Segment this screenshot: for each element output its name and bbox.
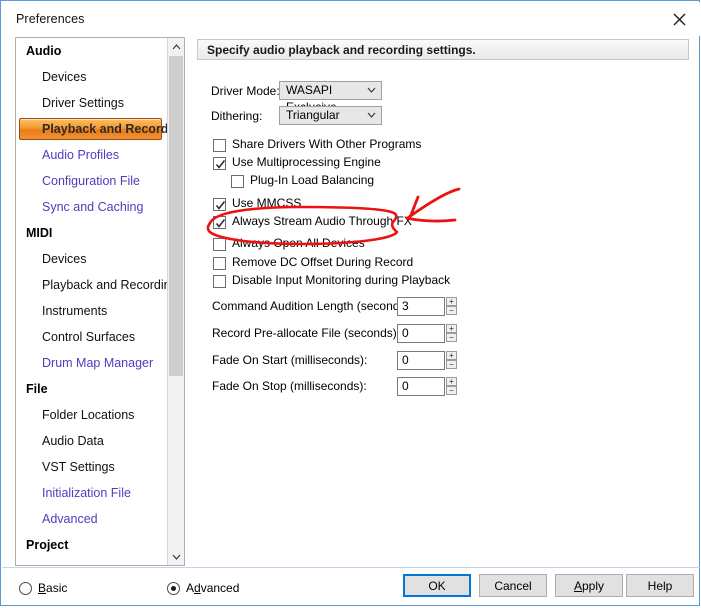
spinner-increment-icon[interactable]: + (446, 377, 457, 386)
checkbox-label: Use MMCSS (232, 196, 302, 210)
sidebar-item-vst-settings[interactable]: VST Settings (16, 454, 115, 480)
sidebar-item-record[interactable]: Record (16, 558, 82, 565)
scroll-down-icon[interactable] (168, 548, 184, 565)
footer-divider (2, 567, 700, 568)
sidebar-item-devices[interactable]: Devices (16, 64, 86, 90)
spinner-increment-icon[interactable]: + (446, 297, 457, 306)
spinner-input-fade-on-stop-milliseconds[interactable]: 0 (397, 377, 445, 396)
checkbox-remove-dc-offset-during-record[interactable] (213, 257, 226, 270)
combo-label-driver-mode: Driver Mode: (211, 84, 280, 98)
checkbox-use-mmcss[interactable] (213, 198, 226, 211)
scrollbar-thumb[interactable] (169, 56, 183, 376)
panel-header-banner: Specify audio playback and recording set… (197, 39, 689, 60)
window-title: Preferences (16, 12, 85, 26)
radio-label: Basic (38, 581, 68, 595)
radio-label: Advanced (186, 581, 240, 595)
checkbox-label: Share Drivers With Other Programs (232, 137, 422, 151)
spinner-increment-icon[interactable]: + (446, 324, 457, 333)
close-icon[interactable] (662, 6, 696, 32)
sidebar-item-control-surfaces[interactable]: Control Surfaces (16, 324, 135, 350)
ok-button[interactable]: OK (403, 574, 471, 597)
spinner-input-record-pre-allocate-file-seconds[interactable]: 0 (397, 324, 445, 343)
spinner-decrement-icon[interactable]: − (446, 360, 457, 369)
combo-label-dithering: Dithering: (211, 109, 263, 123)
checkbox-share-drivers-with-other-programs[interactable] (213, 139, 226, 152)
sidebar-scrollbar[interactable] (167, 38, 184, 565)
scroll-up-icon[interactable] (168, 38, 184, 55)
checkbox-label: Plug-In Load Balancing (250, 173, 375, 187)
sidebar-item-playback-and-recording[interactable]: Playback and Recording (16, 272, 178, 298)
spinner-label-fade-on-stop-milliseconds: Fade On Stop (milliseconds): (212, 379, 367, 393)
spinner-label-record-pre-allocate-file-seconds: Record Pre-allocate File (seconds): (212, 326, 401, 340)
sidebar-item-advanced[interactable]: Advanced (16, 506, 98, 532)
spinner-increment-icon[interactable]: + (446, 351, 457, 360)
cancel-button[interactable]: Cancel (479, 574, 547, 597)
sidebar-item-drum-map-manager[interactable]: Drum Map Manager (16, 350, 153, 376)
sidebar-item-devices[interactable]: Devices (16, 246, 86, 272)
spinner-label-command-audition-length-seconds: Command Audition Length (seconds): (212, 299, 413, 313)
annotation-arrow-tail (405, 216, 457, 223)
radio-indicator[interactable] (19, 582, 32, 595)
preferences-dialog: Preferences Audio Devices Driver Settings P… (0, 0, 700, 606)
sidebar-item-sync-and-caching[interactable]: Sync and Caching (16, 194, 143, 220)
checkbox-disable-input-monitoring-during-playback[interactable] (213, 275, 226, 288)
spinner-stepper-record-pre-allocate-file-seconds[interactable]: + − (446, 324, 457, 343)
combo-value: Triangular (286, 108, 340, 122)
checkbox-plug-in-load-balancing[interactable] (231, 175, 244, 188)
sidebar-item-configuration-file[interactable]: Configuration File (16, 168, 140, 194)
spinner-decrement-icon[interactable]: − (446, 333, 457, 342)
title-bar: Preferences (2, 2, 700, 36)
checkbox-label: Use Multiprocessing Engine (232, 155, 381, 169)
checkbox-label: Disable Input Monitoring during Playback (232, 273, 451, 287)
help-button[interactable]: Help (626, 574, 694, 597)
sidebar-item-audio[interactable]: Audio (16, 38, 61, 64)
sidebar-item-audio-data[interactable]: Audio Data (16, 428, 104, 454)
spinner-decrement-icon[interactable]: − (446, 306, 457, 315)
apply-button[interactable]: Apply (555, 574, 623, 597)
sidebar-item-file[interactable]: File (16, 376, 48, 402)
panel-header-text: Specify audio playback and recording set… (207, 43, 476, 57)
spinner-decrement-icon[interactable]: − (446, 386, 457, 395)
radio-indicator[interactable] (167, 582, 180, 595)
combo-dithering[interactable]: Triangular (279, 106, 382, 125)
sidebar-item-midi[interactable]: MIDI (16, 220, 52, 246)
spinner-stepper-command-audition-length-seconds[interactable]: + − (446, 297, 457, 316)
combo-driver-mode[interactable]: WASAPI Exclusive (279, 81, 382, 114)
sidebar-item-folder-locations[interactable]: Folder Locations (16, 402, 134, 428)
sidebar-item-initialization-file[interactable]: Initialization File (16, 480, 131, 506)
sidebar-item-playback-and-recording-selected[interactable]: Playback and Recording (19, 118, 184, 140)
spinner-stepper-fade-on-stop-milliseconds[interactable]: + − (446, 377, 457, 396)
checkbox-label: Always Open All Devices (232, 236, 365, 250)
spinner-label-fade-on-start-milliseconds: Fade On Start (milliseconds): (212, 353, 368, 367)
preferences-category-list[interactable]: Audio Devices Driver Settings Playback and … (15, 37, 185, 566)
spinner-input-fade-on-start-milliseconds[interactable]: 0 (397, 351, 445, 370)
sidebar-item-instruments[interactable]: Instruments (16, 298, 107, 324)
checkbox-use-multiprocessing-engine[interactable] (213, 157, 226, 170)
sidebar-item-project[interactable]: Project (16, 532, 68, 558)
checkbox-label: Remove DC Offset During Record (232, 255, 414, 269)
checkbox-label: Always Stream Audio Through FX (232, 214, 412, 228)
spinner-stepper-fade-on-start-milliseconds[interactable]: + − (446, 351, 457, 370)
checkbox-always-stream-audio-through-fx[interactable] (213, 216, 226, 229)
sidebar-item-driver-settings[interactable]: Driver Settings (16, 90, 124, 116)
sidebar-item-audio-profiles[interactable]: Audio Profiles (16, 142, 119, 168)
spinner-input-command-audition-length-seconds[interactable]: 3 (397, 297, 445, 316)
annotation-arrow-head-upper (409, 195, 420, 217)
annotation-arrow-shaft (407, 187, 461, 219)
checkbox-always-open-all-devices[interactable] (213, 238, 226, 251)
